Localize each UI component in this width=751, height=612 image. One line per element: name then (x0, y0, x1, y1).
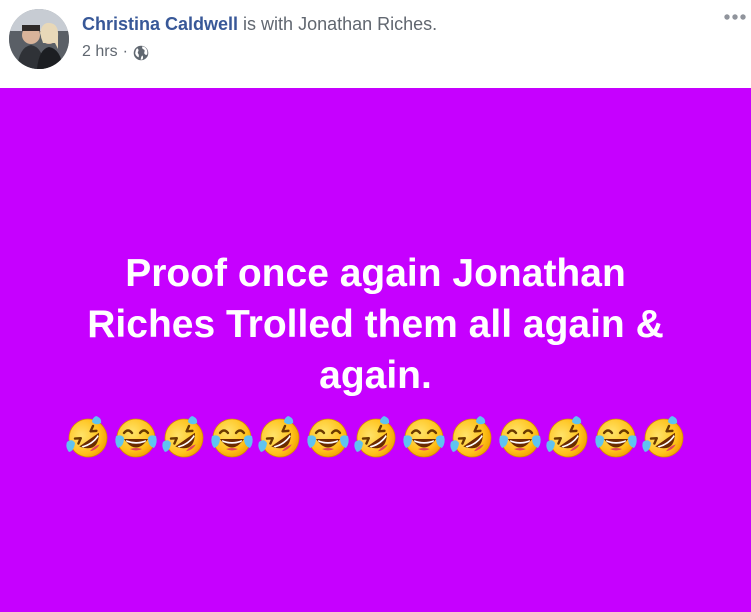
face-with-tears-of-joy-emoji (211, 418, 253, 458)
post-text-line-3: again. (319, 354, 432, 397)
post-meta: 2 hrs · (82, 41, 149, 63)
tagged-suffix: . (432, 14, 438, 34)
face-with-tears-of-joy-emoji (499, 418, 541, 458)
author-line: Christina Caldwell is with Jonathan Rich… (82, 12, 437, 36)
emoji-row (66, 416, 690, 460)
face-with-tears-of-joy-emoji (595, 418, 637, 458)
post-header: Christina Caldwell is with Jonathan Rich… (0, 0, 751, 88)
post-text: Proof once again Jonathan Riches Trolled… (20, 248, 731, 401)
rolling-on-floor-laughing-emoji (450, 416, 492, 458)
post-text-line-2: Riches Trolled them all again & (87, 303, 664, 346)
face-with-tears-of-joy-emoji (307, 418, 349, 458)
rolling-on-floor-laughing-emoji (66, 416, 108, 458)
globe-icon[interactable] (133, 45, 149, 61)
rolling-on-floor-laughing-emoji (258, 416, 300, 458)
with-text: is with (238, 14, 299, 34)
rolling-on-floor-laughing-emoji (162, 416, 204, 458)
face-with-tears-of-joy-emoji (403, 418, 445, 458)
rolling-on-floor-laughing-emoji (546, 416, 588, 458)
tagged-person-link[interactable]: Jonathan Riches (298, 14, 432, 34)
post-background: Proof once again Jonathan Riches Trolled… (0, 88, 751, 612)
meta-separator: · (122, 43, 128, 60)
rolling-on-floor-laughing-emoji (354, 416, 396, 458)
avatar[interactable] (9, 9, 69, 69)
face-with-tears-of-joy-emoji (115, 418, 157, 458)
post-text-line-1: Proof once again Jonathan (125, 252, 626, 295)
avatar-photo (9, 9, 69, 69)
more-options-icon[interactable] (722, 10, 748, 24)
rolling-on-floor-laughing-emoji (642, 416, 684, 458)
timestamp-link[interactable]: 2 hrs (82, 41, 118, 63)
author-name-link[interactable]: Christina Caldwell (82, 14, 238, 34)
